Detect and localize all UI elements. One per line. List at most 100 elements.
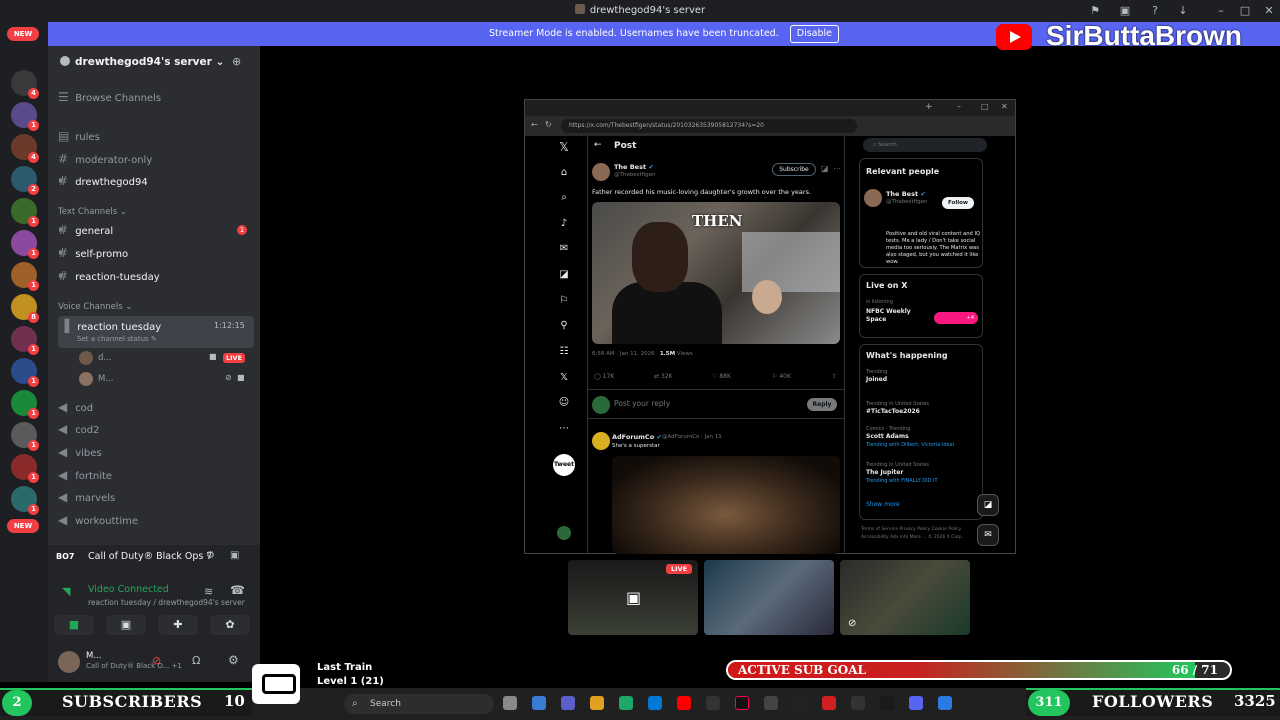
x-footer-links[interactable]: Terms of Service Privacy Policy Cookie P… [861,526,981,542]
x-logo-icon[interactable]: 𝕏 [557,140,571,154]
voice-channel-workouttime[interactable]: ◀ workouttime [58,510,138,530]
tiktok-icon[interactable] [735,696,749,710]
file-explorer-icon[interactable] [590,696,604,710]
category-text-channels[interactable]: Text Channels ⌄ [58,207,127,217]
channel-general[interactable]: ▶ # general [58,220,113,240]
task-view-icon[interactable] [503,696,517,710]
trend-item[interactable]: Scott Adams [866,433,909,440]
url-field[interactable]: https://x.com/Thebestfigen/status/201032… [561,119,857,133]
browser-tab-strip[interactable]: + – □ ✕ [525,100,1015,116]
youtube-icon[interactable] [677,696,691,710]
reply-input[interactable]: Post your reply [614,399,670,408]
noise-suppression-icon[interactable]: ≋ [204,585,213,598]
communities-icon[interactable]: ☷ [557,345,571,359]
voice-channel-cod2[interactable]: ◀ cod2 [58,419,100,439]
account-avatar[interactable] [557,526,571,540]
trend-item[interactable]: Joined [866,376,887,383]
screen-icon[interactable]: ▣ [1118,4,1132,18]
voice-channel-marvels[interactable]: ◀ marvels [58,487,115,507]
reply-image[interactable] [612,456,840,554]
voice-channel-vibes[interactable]: ◀ vibes [58,442,102,462]
repost-action[interactable]: ⇄ 32K [654,373,673,380]
opera-icon[interactable] [822,696,836,710]
more-icon[interactable]: ⋯ [557,422,571,436]
show-more-link[interactable]: Show more [866,501,900,508]
x-search-input[interactable]: ⌕ Search [863,138,987,152]
store-icon[interactable] [648,696,662,710]
inbox-icon[interactable]: ⚑ [1088,4,1102,18]
tweet-video[interactable]: THEN [592,202,840,344]
minimize-icon[interactable]: – [1214,4,1228,18]
channel-drewthegod94[interactable]: ▶ # drewthegod94 [58,171,148,191]
jobs-icon[interactable]: ⚲ [557,319,571,333]
copilot-icon[interactable] [532,696,546,710]
voice-user[interactable]: d... [98,350,112,366]
mail-icon[interactable]: ✉ [557,242,571,256]
headset-icon[interactable]: Ω [192,654,200,667]
bookmark-action[interactable]: ⚐ 40K [772,373,791,380]
voice-channel-cod[interactable]: ◀ cod [58,397,93,417]
new-tab-icon[interactable]: + [925,102,933,112]
avatar[interactable] [592,163,610,181]
add-member-icon[interactable]: ⊕ [232,55,241,68]
live-space-pill[interactable]: +4 [934,312,978,324]
close-icon[interactable]: ✕ [1262,4,1276,18]
reply-button[interactable]: Reply [807,398,837,411]
profile-icon[interactable]: ☺ [557,396,571,410]
maximize-icon[interactable]: □ [981,102,989,111]
webcam-thumbnail[interactable]: ⊘ [840,560,970,635]
channel-rules[interactable]: ▤ rules [58,126,100,146]
help-icon[interactable]: ? [1148,4,1162,18]
trend-item[interactable]: #TicTacToe2026 [866,408,920,415]
like-action[interactable]: ♡ 88K [712,373,731,380]
reload-icon[interactable]: ↻ [545,120,552,129]
connection-status[interactable]: Video Connected [88,584,169,595]
activities-button[interactable]: ✚ [158,615,198,635]
obs-icon[interactable] [764,696,778,710]
terminal-icon[interactable] [706,696,720,710]
home-icon[interactable]: ⌂ [557,166,571,180]
reply-action[interactable]: ◯ 17K [594,373,614,380]
webcam-thumbnail[interactable] [704,560,834,635]
subscribe-button[interactable]: Subscribe [772,163,816,176]
voice-channel-reaction-tuesday[interactable]: ▐ reaction tuesday 1:12:15 Set a channel… [58,316,254,348]
teams-icon[interactable] [561,696,575,710]
channel-status[interactable]: Set a channel status ✎ [77,329,157,349]
grok-icon[interactable]: ◪ [557,268,571,282]
relevant-person-name[interactable]: The Best ✔ [886,190,926,198]
channel-moderator-only[interactable]: # moderator-only [58,149,152,169]
author-name[interactable]: The Best ✔ [614,163,654,171]
avatar[interactable] [864,189,882,207]
disconnect-icon[interactable]: ☎ [230,583,245,597]
download-icon[interactable]: ↓ [1176,4,1190,18]
discord-icon[interactable] [909,696,923,710]
capcut-icon[interactable] [851,696,865,710]
avatar[interactable] [58,651,80,673]
soundboard-button[interactable]: ✿ [210,615,250,635]
chrome-icon[interactable] [938,696,952,710]
back-arrow-icon[interactable]: ← [594,140,602,150]
minimize-icon[interactable]: – [957,102,961,111]
live-space-title[interactable]: NFBC Weekly Space [866,308,918,324]
edge-icon[interactable] [619,696,633,710]
premium-icon[interactable]: 𝕏 [557,371,571,385]
gear-icon[interactable]: ⚙ [228,653,239,667]
app-icon[interactable] [880,696,894,710]
screen-share-button[interactable]: ▣ [106,615,146,635]
category-voice-channels[interactable]: Voice Channels ⌄ [58,302,132,312]
mic-muted-icon[interactable]: ⊘ [152,654,161,667]
app-icon[interactable] [793,696,807,710]
back-icon[interactable]: ← [531,120,538,129]
bookmark-icon[interactable]: ⚐ [557,294,571,308]
disable-button[interactable]: Disable [789,25,840,43]
search-icon[interactable]: ⌕ [557,191,571,205]
share-icon[interactable]: ⇪ [832,373,837,380]
avatar[interactable] [592,432,610,450]
voice-user[interactable]: M... [98,371,113,387]
maximize-icon[interactable]: □ [1238,4,1252,18]
channel-reaction-tuesday[interactable]: ▶ # reaction-tuesday [58,266,160,286]
camera-button[interactable]: ■ [54,615,94,635]
tweet-button[interactable]: Tweet [553,454,575,476]
author-handle[interactable]: @Thebestfigen [614,172,655,178]
game-settings-icon[interactable]: ⚙ [206,550,215,561]
